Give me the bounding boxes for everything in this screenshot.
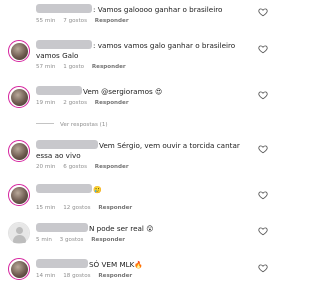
avatar-image bbox=[10, 186, 28, 204]
heart-icon bbox=[258, 191, 268, 200]
reply-button[interactable]: Responder bbox=[95, 18, 129, 24]
comment-time: 5 min bbox=[36, 237, 52, 243]
avatar-image bbox=[10, 260, 28, 278]
comment-text: : vamos vamos galo ganhar o brasileiro v… bbox=[36, 40, 252, 61]
comment-likes[interactable]: 1 gosto bbox=[63, 64, 84, 70]
comment-text: : Vamos galoooo ganhar o brasileiro bbox=[36, 4, 252, 15]
avatar[interactable] bbox=[8, 86, 30, 108]
avatar[interactable] bbox=[8, 222, 30, 244]
like-button[interactable] bbox=[258, 190, 268, 200]
avatar[interactable] bbox=[8, 40, 30, 62]
replies-divider bbox=[36, 123, 54, 124]
username-redacted[interactable] bbox=[36, 4, 92, 13]
heart-icon bbox=[258, 8, 268, 17]
username-redacted[interactable] bbox=[36, 86, 82, 95]
heart-icon bbox=[258, 145, 268, 154]
comment-meta: 20 min 6 gostos Responder bbox=[36, 163, 252, 171]
avatar-image bbox=[10, 142, 28, 160]
emoji: 🔥 bbox=[134, 261, 144, 269]
username-redacted[interactable] bbox=[36, 140, 98, 149]
comment-likes[interactable]: 6 gostos bbox=[63, 164, 87, 170]
comment-time: 55 min bbox=[36, 18, 56, 24]
comment-item: SÓ VEM MLK🔥 14 min 18 gostos Responder bbox=[0, 258, 274, 286]
avatar-image bbox=[10, 42, 28, 60]
comment-body: Vem @sergioramos 😍 19 min 2 gostos Respo… bbox=[36, 86, 252, 107]
avatar[interactable] bbox=[8, 258, 30, 280]
heart-icon bbox=[258, 227, 268, 236]
comment-meta: 14 min 18 gostos Responder bbox=[36, 272, 252, 280]
username-redacted[interactable] bbox=[36, 184, 92, 193]
comment-time: 57 min bbox=[36, 64, 56, 70]
comment-message: : Vamos galoooo ganhar o brasileiro bbox=[93, 5, 223, 14]
comment-meta: 15 min 12 gostos Responder bbox=[36, 204, 252, 212]
emoji: 😲 bbox=[146, 225, 154, 233]
comment-time: 15 min bbox=[36, 205, 56, 211]
heart-icon bbox=[258, 91, 268, 100]
avatar[interactable] bbox=[8, 184, 30, 206]
comment-message: Vem @sergioramos bbox=[83, 87, 153, 96]
comment-text: Vem @sergioramos 😍 bbox=[36, 86, 252, 97]
comment-text: Vem Sérgio, vem ouvir a torcida cantar e… bbox=[36, 140, 252, 161]
view-replies-button[interactable]: Ver respostas (1) bbox=[36, 122, 108, 128]
reply-button[interactable]: Responder bbox=[98, 205, 132, 211]
comment-message: SÓ VEM MLK bbox=[89, 260, 135, 269]
view-replies-label: Ver respostas (1) bbox=[60, 122, 108, 128]
like-button[interactable] bbox=[258, 144, 268, 154]
default-avatar-icon bbox=[9, 223, 29, 243]
username-redacted[interactable] bbox=[36, 223, 88, 232]
comment-item: : vamos vamos galo ganhar o brasileiro v… bbox=[0, 38, 274, 78]
comment-body: SÓ VEM MLK🔥 14 min 18 gostos Responder bbox=[36, 259, 252, 280]
heart-icon bbox=[258, 264, 268, 273]
username-redacted[interactable] bbox=[36, 259, 88, 268]
comment-body: 🥲 15 min 12 gostos Responder bbox=[36, 184, 252, 212]
like-button[interactable] bbox=[258, 7, 268, 17]
comment-meta: 57 min 1 gosto Responder bbox=[36, 63, 252, 71]
comment-body: N pode ser real 😲 5 min 3 gostos Respond… bbox=[36, 223, 252, 244]
comment-item: N pode ser real 😲 5 min 3 gostos Respond… bbox=[0, 222, 274, 248]
reply-button[interactable]: Responder bbox=[92, 64, 126, 70]
comment-message: N pode ser real bbox=[89, 224, 144, 233]
comment-likes[interactable]: 2 gostos bbox=[63, 100, 87, 106]
username-redacted[interactable] bbox=[36, 40, 92, 49]
avatar[interactable] bbox=[8, 140, 30, 162]
like-button[interactable] bbox=[258, 226, 268, 236]
comment-item: Vem Sérgio, vem ouvir a torcida cantar e… bbox=[0, 140, 274, 178]
comment-body: : vamos vamos galo ganhar o brasileiro v… bbox=[36, 40, 252, 71]
comment-time: 19 min bbox=[36, 100, 56, 106]
comment-meta: 19 min 2 gostos Responder bbox=[36, 99, 252, 107]
like-button[interactable] bbox=[258, 263, 268, 273]
reply-button[interactable]: Responder bbox=[95, 100, 129, 106]
reply-button[interactable]: Responder bbox=[98, 273, 132, 279]
comment-likes[interactable]: 7 gostos bbox=[63, 18, 87, 24]
comment-body: : Vamos galoooo ganhar o brasileiro 55 m… bbox=[36, 4, 252, 25]
comment-likes[interactable]: 18 gostos bbox=[63, 273, 90, 279]
comment-body: Vem Sérgio, vem ouvir a torcida cantar e… bbox=[36, 140, 252, 171]
like-button[interactable] bbox=[258, 90, 268, 100]
reply-button[interactable]: Responder bbox=[95, 164, 129, 170]
comment-likes[interactable]: 12 gostos bbox=[63, 205, 90, 211]
comment-likes[interactable]: 3 gostos bbox=[60, 237, 84, 243]
comment-time: 20 min bbox=[36, 164, 56, 170]
comments-list: : Vamos galoooo ganhar o brasileiro 55 m… bbox=[0, 0, 274, 288]
comment-item: 🥲 15 min 12 gostos Responder bbox=[0, 184, 274, 212]
comment-text: 🥲 bbox=[36, 184, 252, 195]
comment-text: SÓ VEM MLK🔥 bbox=[36, 259, 252, 270]
like-button[interactable] bbox=[258, 44, 268, 54]
comment-text: N pode ser real 😲 bbox=[36, 223, 252, 234]
comment-item: Vem @sergioramos 😍 19 min 2 gostos Respo… bbox=[0, 86, 274, 130]
comment-meta: 5 min 3 gostos Responder bbox=[36, 236, 252, 244]
comment-meta: 55 min 7 gostos Responder bbox=[36, 17, 252, 25]
avatar-image bbox=[10, 88, 28, 106]
emoji: 😍 bbox=[155, 88, 163, 96]
comment-item: : Vamos galoooo ganhar o brasileiro 55 m… bbox=[0, 4, 274, 30]
emoji: 🥲 bbox=[93, 186, 102, 194]
comment-time: 14 min bbox=[36, 273, 56, 279]
heart-icon bbox=[258, 45, 268, 54]
reply-button[interactable]: Responder bbox=[91, 237, 125, 243]
